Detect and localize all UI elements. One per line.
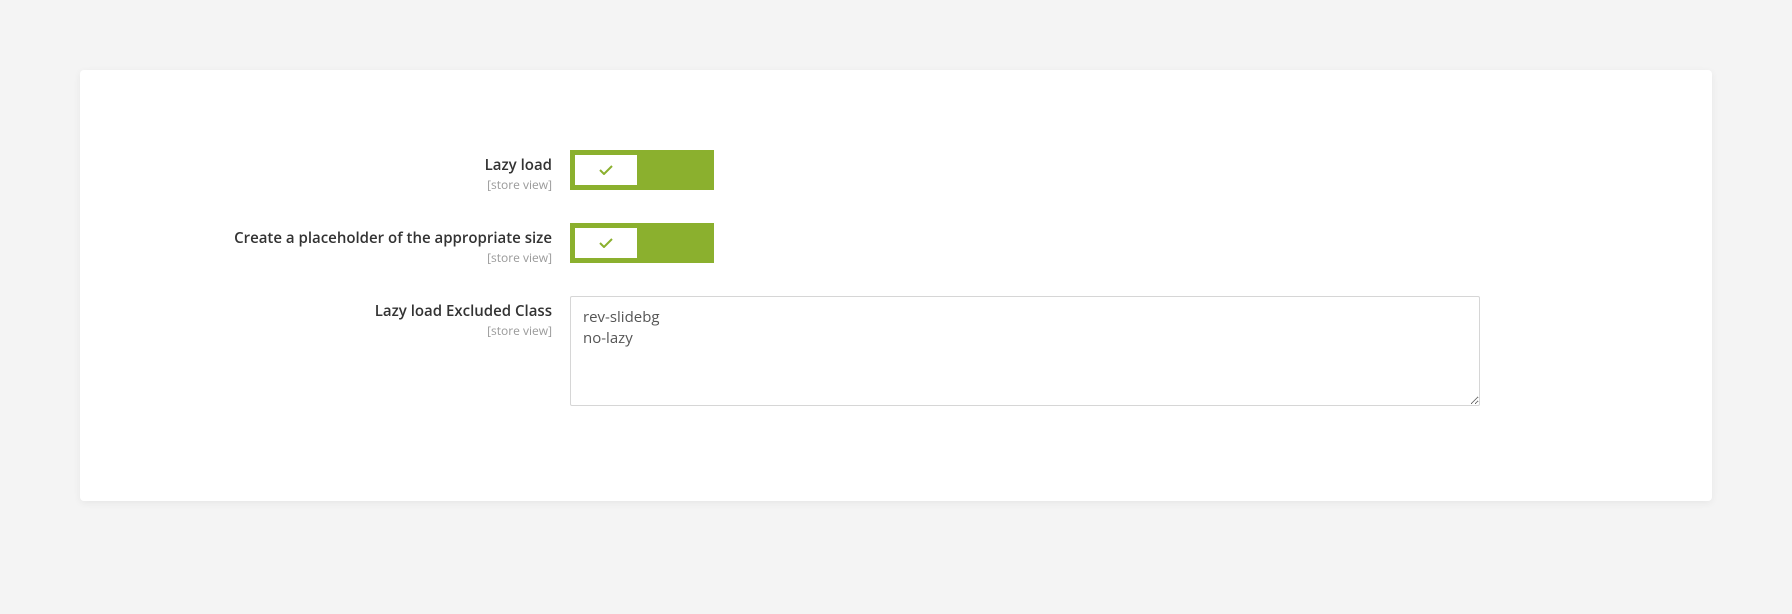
lazy-load-label: Lazy load	[140, 156, 552, 176]
lazy-load-scope: [store view]	[140, 176, 552, 193]
placeholder-size-label: Create a placeholder of the appropriate …	[140, 229, 552, 249]
field-excluded-class: Lazy load Excluded Class [store view]	[140, 296, 1652, 411]
control-column	[570, 223, 1652, 268]
toggle-knob	[575, 228, 637, 258]
toggle-knob	[575, 155, 637, 185]
check-icon	[599, 238, 613, 248]
label-column: Create a placeholder of the appropriate …	[140, 223, 570, 266]
settings-panel: Lazy load [store view] Create a placehol…	[80, 70, 1712, 501]
control-column	[570, 150, 1652, 195]
check-icon	[599, 165, 613, 175]
label-column: Lazy load Excluded Class [store view]	[140, 296, 570, 339]
excluded-class-scope: [store view]	[140, 322, 552, 339]
placeholder-size-toggle[interactable]	[570, 223, 714, 263]
field-lazy-load: Lazy load [store view]	[140, 150, 1652, 195]
control-column	[570, 296, 1652, 411]
label-column: Lazy load [store view]	[140, 150, 570, 193]
field-placeholder-size: Create a placeholder of the appropriate …	[140, 223, 1652, 268]
lazy-load-toggle[interactable]	[570, 150, 714, 190]
excluded-class-textarea[interactable]	[570, 296, 1480, 406]
excluded-class-label: Lazy load Excluded Class	[140, 302, 552, 322]
placeholder-size-scope: [store view]	[140, 249, 552, 266]
